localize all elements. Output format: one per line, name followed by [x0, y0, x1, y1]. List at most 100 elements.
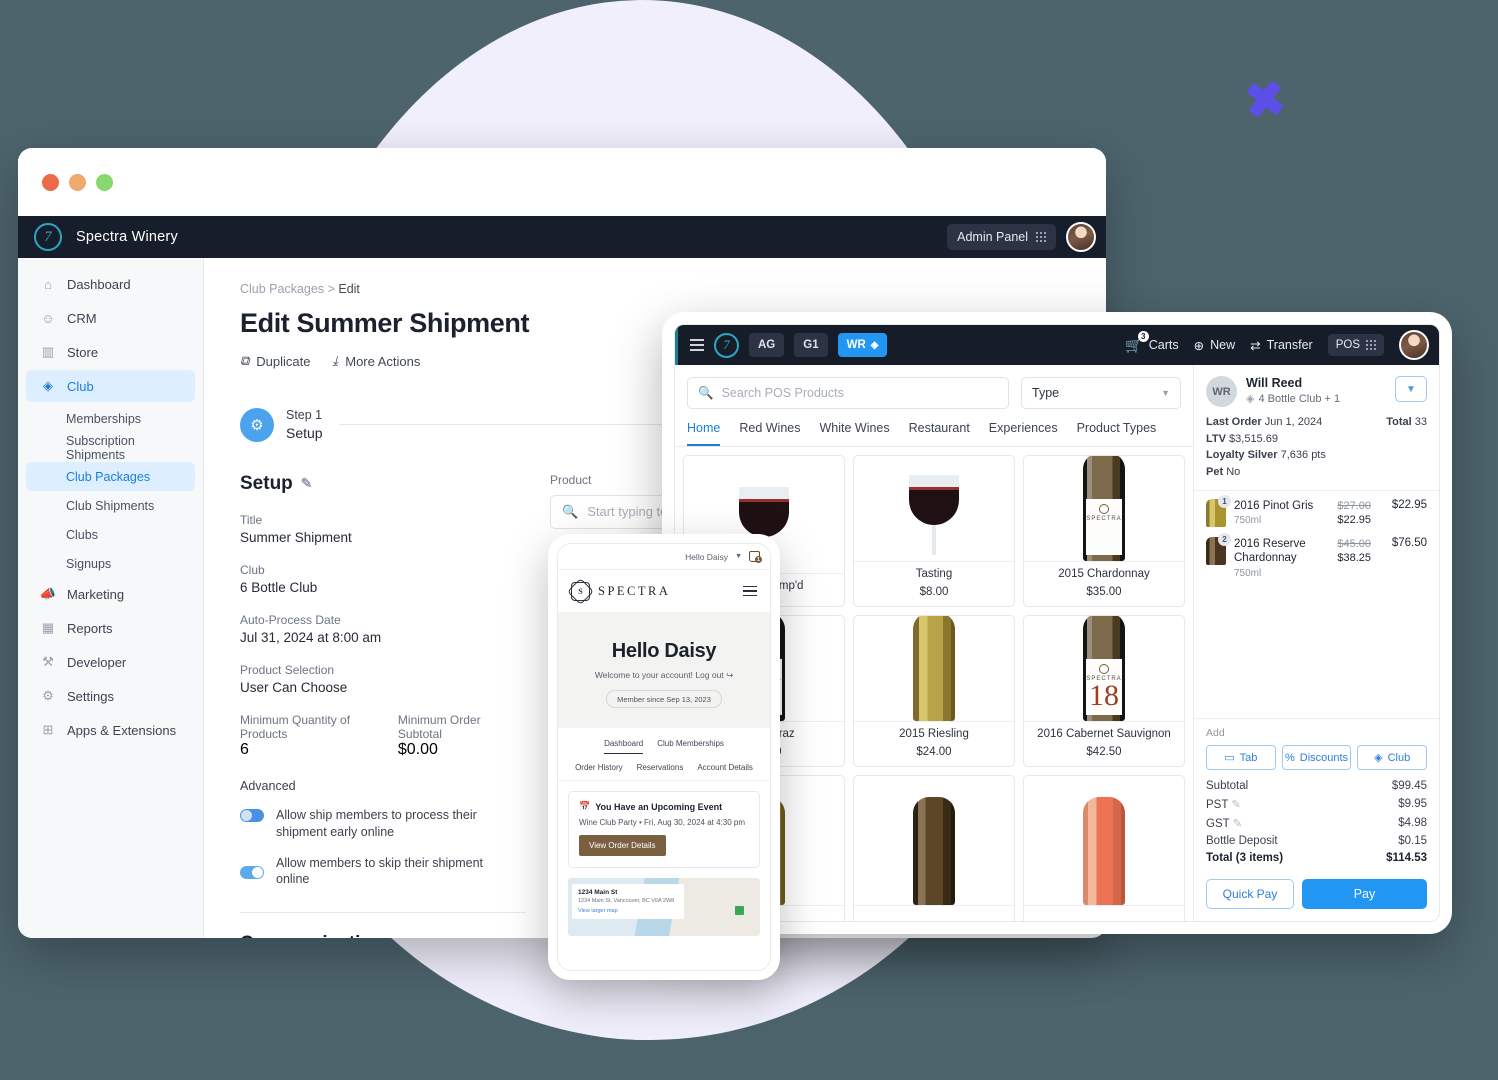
quick-pay-button[interactable]: Quick Pay: [1206, 879, 1294, 909]
product-name: Tasting: [854, 561, 1014, 580]
bag-icon[interactable]: 1: [749, 551, 762, 563]
min-quantity-label: Minimum Quantity of Products: [240, 712, 351, 741]
maximize-button[interactable]: [96, 173, 113, 191]
breadcrumb: Club Packages > Edit: [240, 282, 1106, 296]
product-card[interactable]: Tasting $8.00: [853, 455, 1015, 607]
spectra-logo-icon[interactable]: 7: [714, 332, 739, 358]
duplicate-button[interactable]: ⧉ Duplicate: [240, 353, 311, 369]
last-order-value: Jun 1, 2024: [1264, 416, 1323, 428]
customer-total-value: 33: [1414, 416, 1427, 428]
diamond-icon: ◈: [43, 378, 53, 393]
user-avatar[interactable]: [1066, 222, 1096, 252]
tab-home[interactable]: Home: [687, 421, 721, 446]
location-map[interactable]: 1234 Main St 1234 Main St, Vancouver, BC…: [568, 878, 760, 936]
chevron-down-icon[interactable]: ▼: [735, 553, 742, 560]
toggle-skip-shipment[interactable]: [240, 865, 264, 879]
sidebar-item-club-shipments[interactable]: Club Shipments: [26, 491, 195, 520]
subtotal-value: $99.45: [1391, 780, 1427, 792]
type-filter-select[interactable]: Type ▼: [1021, 377, 1181, 409]
upcoming-event-card: 📅 You Have an Upcoming Event Wine Club P…: [568, 791, 760, 868]
tab-order-history[interactable]: Order History: [575, 763, 623, 772]
app-topbar: 7 Spectra Winery Admin Panel: [18, 216, 1106, 258]
map-address: 1234 Main St, Vancouver, BC V6A 2W8: [578, 898, 675, 904]
edit-pencil-icon[interactable]: ✎: [1233, 818, 1243, 830]
add-section-label: Add: [1206, 727, 1225, 739]
customer-expand-button[interactable]: ▼: [1395, 376, 1427, 402]
tab-white-wines[interactable]: White Wines: [819, 421, 889, 446]
pos-label: POS: [1335, 339, 1360, 351]
search-icon: 🔍: [562, 503, 579, 519]
cart-chip-wr[interactable]: WR ◈: [837, 333, 888, 357]
sidebar-item-apps-extensions[interactable]: ⊞ Apps & Extensions: [26, 714, 195, 746]
user-avatar[interactable]: [1399, 330, 1429, 360]
carts-button[interactable]: 🛒 3 Carts: [1125, 330, 1179, 354]
setup-heading-label: Setup: [240, 472, 293, 494]
sidebar-item-reports[interactable]: ▦ Reports: [26, 612, 195, 644]
admin-panel-button[interactable]: Admin Panel: [947, 224, 1056, 250]
add-tab-button[interactable]: ▭ Tab: [1206, 745, 1276, 770]
breadcrumb-parent[interactable]: Club Packages: [240, 282, 324, 296]
product-card[interactable]: [1023, 775, 1185, 921]
cart-item[interactable]: 1 2016 Pinot Gris 750ml $27.00 $22.95 $2…: [1206, 495, 1427, 528]
product-card[interactable]: SPECTRA 18 2016 Cabernet Sauvignon $42.50: [1023, 615, 1185, 767]
account-greeting[interactable]: Hello Daisy: [685, 552, 728, 562]
sidebar-item-club-packages[interactable]: Club Packages: [26, 462, 195, 491]
more-actions-button[interactable]: ⤓ More Actions: [333, 353, 421, 369]
sidebar-item-signups[interactable]: Signups: [26, 549, 195, 578]
transfer-button[interactable]: ⇄ Transfer: [1250, 338, 1313, 353]
sidebar-item-club[interactable]: ◈ Club: [26, 370, 195, 402]
product-card[interactable]: 2015 Riesling $24.00: [853, 615, 1015, 767]
sidebar-item-subscription-shipments[interactable]: Subscription Shipments: [26, 433, 195, 462]
cart-item[interactable]: 2 2016 Reserve Chardonnay 750ml $45.00 $…: [1206, 532, 1427, 580]
sidebar-item-dashboard[interactable]: ⌂ Dashboard: [26, 268, 195, 300]
product-image: SPECTRA18: [1024, 616, 1184, 721]
ltv-label: LTV: [1206, 432, 1226, 445]
add-club-button[interactable]: ◈ Club: [1357, 745, 1428, 770]
sidebar-item-store[interactable]: ▥ Store: [26, 336, 195, 368]
sidebar-item-developer[interactable]: ⚒ Developer: [26, 646, 195, 678]
menu-icon[interactable]: [690, 339, 704, 351]
spectra-logo-icon[interactable]: 7: [34, 223, 62, 251]
phone-hero: Hello Daisy Welcome to your account! Log…: [558, 612, 770, 728]
pos-mode-button[interactable]: POS: [1327, 334, 1384, 356]
toggle-early-process[interactable]: [240, 808, 264, 822]
loyalty-label: Loyalty Silver: [1206, 449, 1278, 461]
cart-chip-ag[interactable]: AG: [749, 333, 785, 357]
sidebar-item-settings[interactable]: ⚙ Settings: [26, 680, 195, 712]
menu-icon[interactable]: [743, 585, 757, 597]
new-button[interactable]: ⊕ New: [1194, 338, 1236, 353]
diamond-icon: ◈: [1246, 393, 1255, 405]
grid-icon: [1366, 340, 1376, 350]
tab-club-memberships[interactable]: Club Memberships: [657, 739, 724, 754]
view-larger-map-link[interactable]: View larger map: [578, 908, 678, 914]
sidebar-item-clubs[interactable]: Clubs: [26, 520, 195, 549]
cart-chip-g1[interactable]: G1: [794, 333, 828, 357]
sidebar-item-marketing[interactable]: 📣 Marketing: [26, 578, 195, 610]
sidebar-item-crm[interactable]: ☺ CRM: [26, 302, 195, 334]
sidebar-item-memberships[interactable]: Memberships: [26, 404, 195, 433]
item-original-price: $45.00: [1337, 537, 1371, 550]
tab-experiences[interactable]: Experiences: [989, 421, 1058, 446]
sidebar-item-label: Store: [67, 344, 99, 360]
tab-product-types[interactable]: Product Types: [1077, 421, 1157, 446]
edit-pencil-icon[interactable]: ✎: [1231, 799, 1241, 811]
tab-restaurant[interactable]: Restaurant: [909, 421, 970, 446]
tab-dashboard[interactable]: Dashboard: [604, 739, 644, 754]
pay-button[interactable]: Pay: [1302, 879, 1427, 909]
minimize-button[interactable]: [69, 173, 86, 191]
view-order-details-button[interactable]: View Order Details: [579, 835, 666, 856]
ltv-value: $3,515.69: [1229, 432, 1278, 445]
product-card[interactable]: SPECTRA 2015 Chardonnay $35.00: [1023, 455, 1185, 607]
min-quantity-value: 6: [240, 740, 249, 758]
wine-bottle-icon: [1083, 797, 1125, 905]
gear-icon: ⚙: [42, 688, 54, 703]
close-button[interactable]: [42, 173, 59, 191]
edit-pencil-icon[interactable]: ✎: [301, 475, 313, 492]
logout-link[interactable]: Log out: [695, 670, 723, 680]
tab-red-wines[interactable]: Red Wines: [739, 421, 800, 446]
pos-search-input[interactable]: 🔍 Search POS Products: [687, 377, 1009, 409]
tab-reservations[interactable]: Reservations: [637, 763, 684, 772]
add-discounts-button[interactable]: % Discounts: [1281, 745, 1352, 770]
tab-account-details[interactable]: Account Details: [697, 763, 753, 772]
product-card[interactable]: [853, 775, 1015, 921]
